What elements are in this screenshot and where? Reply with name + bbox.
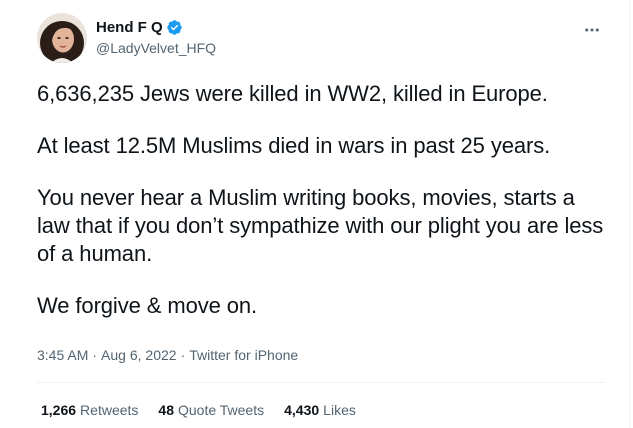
likes-stat[interactable]: 4,430 Likes (284, 402, 356, 418)
quote-tweets-label: Quote Tweets (177, 402, 265, 418)
tweet-paragraph: You never hear a Muslim writing books, m… (37, 185, 604, 266)
stats-divider (37, 382, 605, 383)
tweet-time-link[interactable]: 3:45 AM (37, 347, 88, 363)
engagement-stats: 1,266 Retweets 48 Quote Tweets 4,430 Likes (41, 402, 376, 418)
retweets-count: 1,266 (41, 402, 77, 418)
tweet-header: Hend F Q @LadyVelvet_HFQ (37, 13, 613, 65)
avatar-image (37, 13, 87, 63)
more-options-icon[interactable] (581, 19, 603, 41)
tweet-paragraph: At least 12.5M Muslims died in wars in p… (37, 133, 551, 158)
author-handle[interactable]: @LadyVelvet_HFQ (96, 40, 216, 56)
tweet-source-link[interactable]: Twitter for iPhone (189, 347, 298, 363)
verified-badge-icon (166, 19, 183, 36)
tweet-text: 6,636,235 Jews were killed in WW2, kille… (37, 80, 607, 344)
tweet-date-link[interactable]: Aug 6, 2022 (101, 347, 177, 363)
likes-label: Likes (323, 402, 356, 418)
meta-separator: · (92, 347, 98, 363)
tweet-paragraph: 6,636,235 Jews were killed in WW2, kille… (37, 81, 548, 106)
quote-tweets-count: 48 (158, 402, 174, 418)
display-name[interactable]: Hend F Q (96, 19, 163, 36)
likes-count: 4,430 (284, 402, 320, 418)
retweets-stat[interactable]: 1,266 Retweets (41, 402, 138, 418)
tweet-card: Hend F Q @LadyVelvet_HFQ 6,636,235 Jews … (0, 0, 633, 428)
author-names: Hend F Q @LadyVelvet_HFQ (96, 18, 216, 57)
avatar[interactable] (37, 13, 87, 63)
quote-tweets-stat[interactable]: 48 Quote Tweets (158, 402, 264, 418)
column-border (629, 0, 630, 428)
tweet-metadata: 3:45 AM · Aug 6, 2022 · Twitter for iPho… (37, 347, 298, 363)
tweet-paragraph: We forgive & move on. (37, 293, 258, 318)
display-name-row: Hend F Q (96, 18, 216, 36)
meta-separator: · (180, 347, 186, 363)
retweets-label: Retweets (80, 402, 139, 418)
